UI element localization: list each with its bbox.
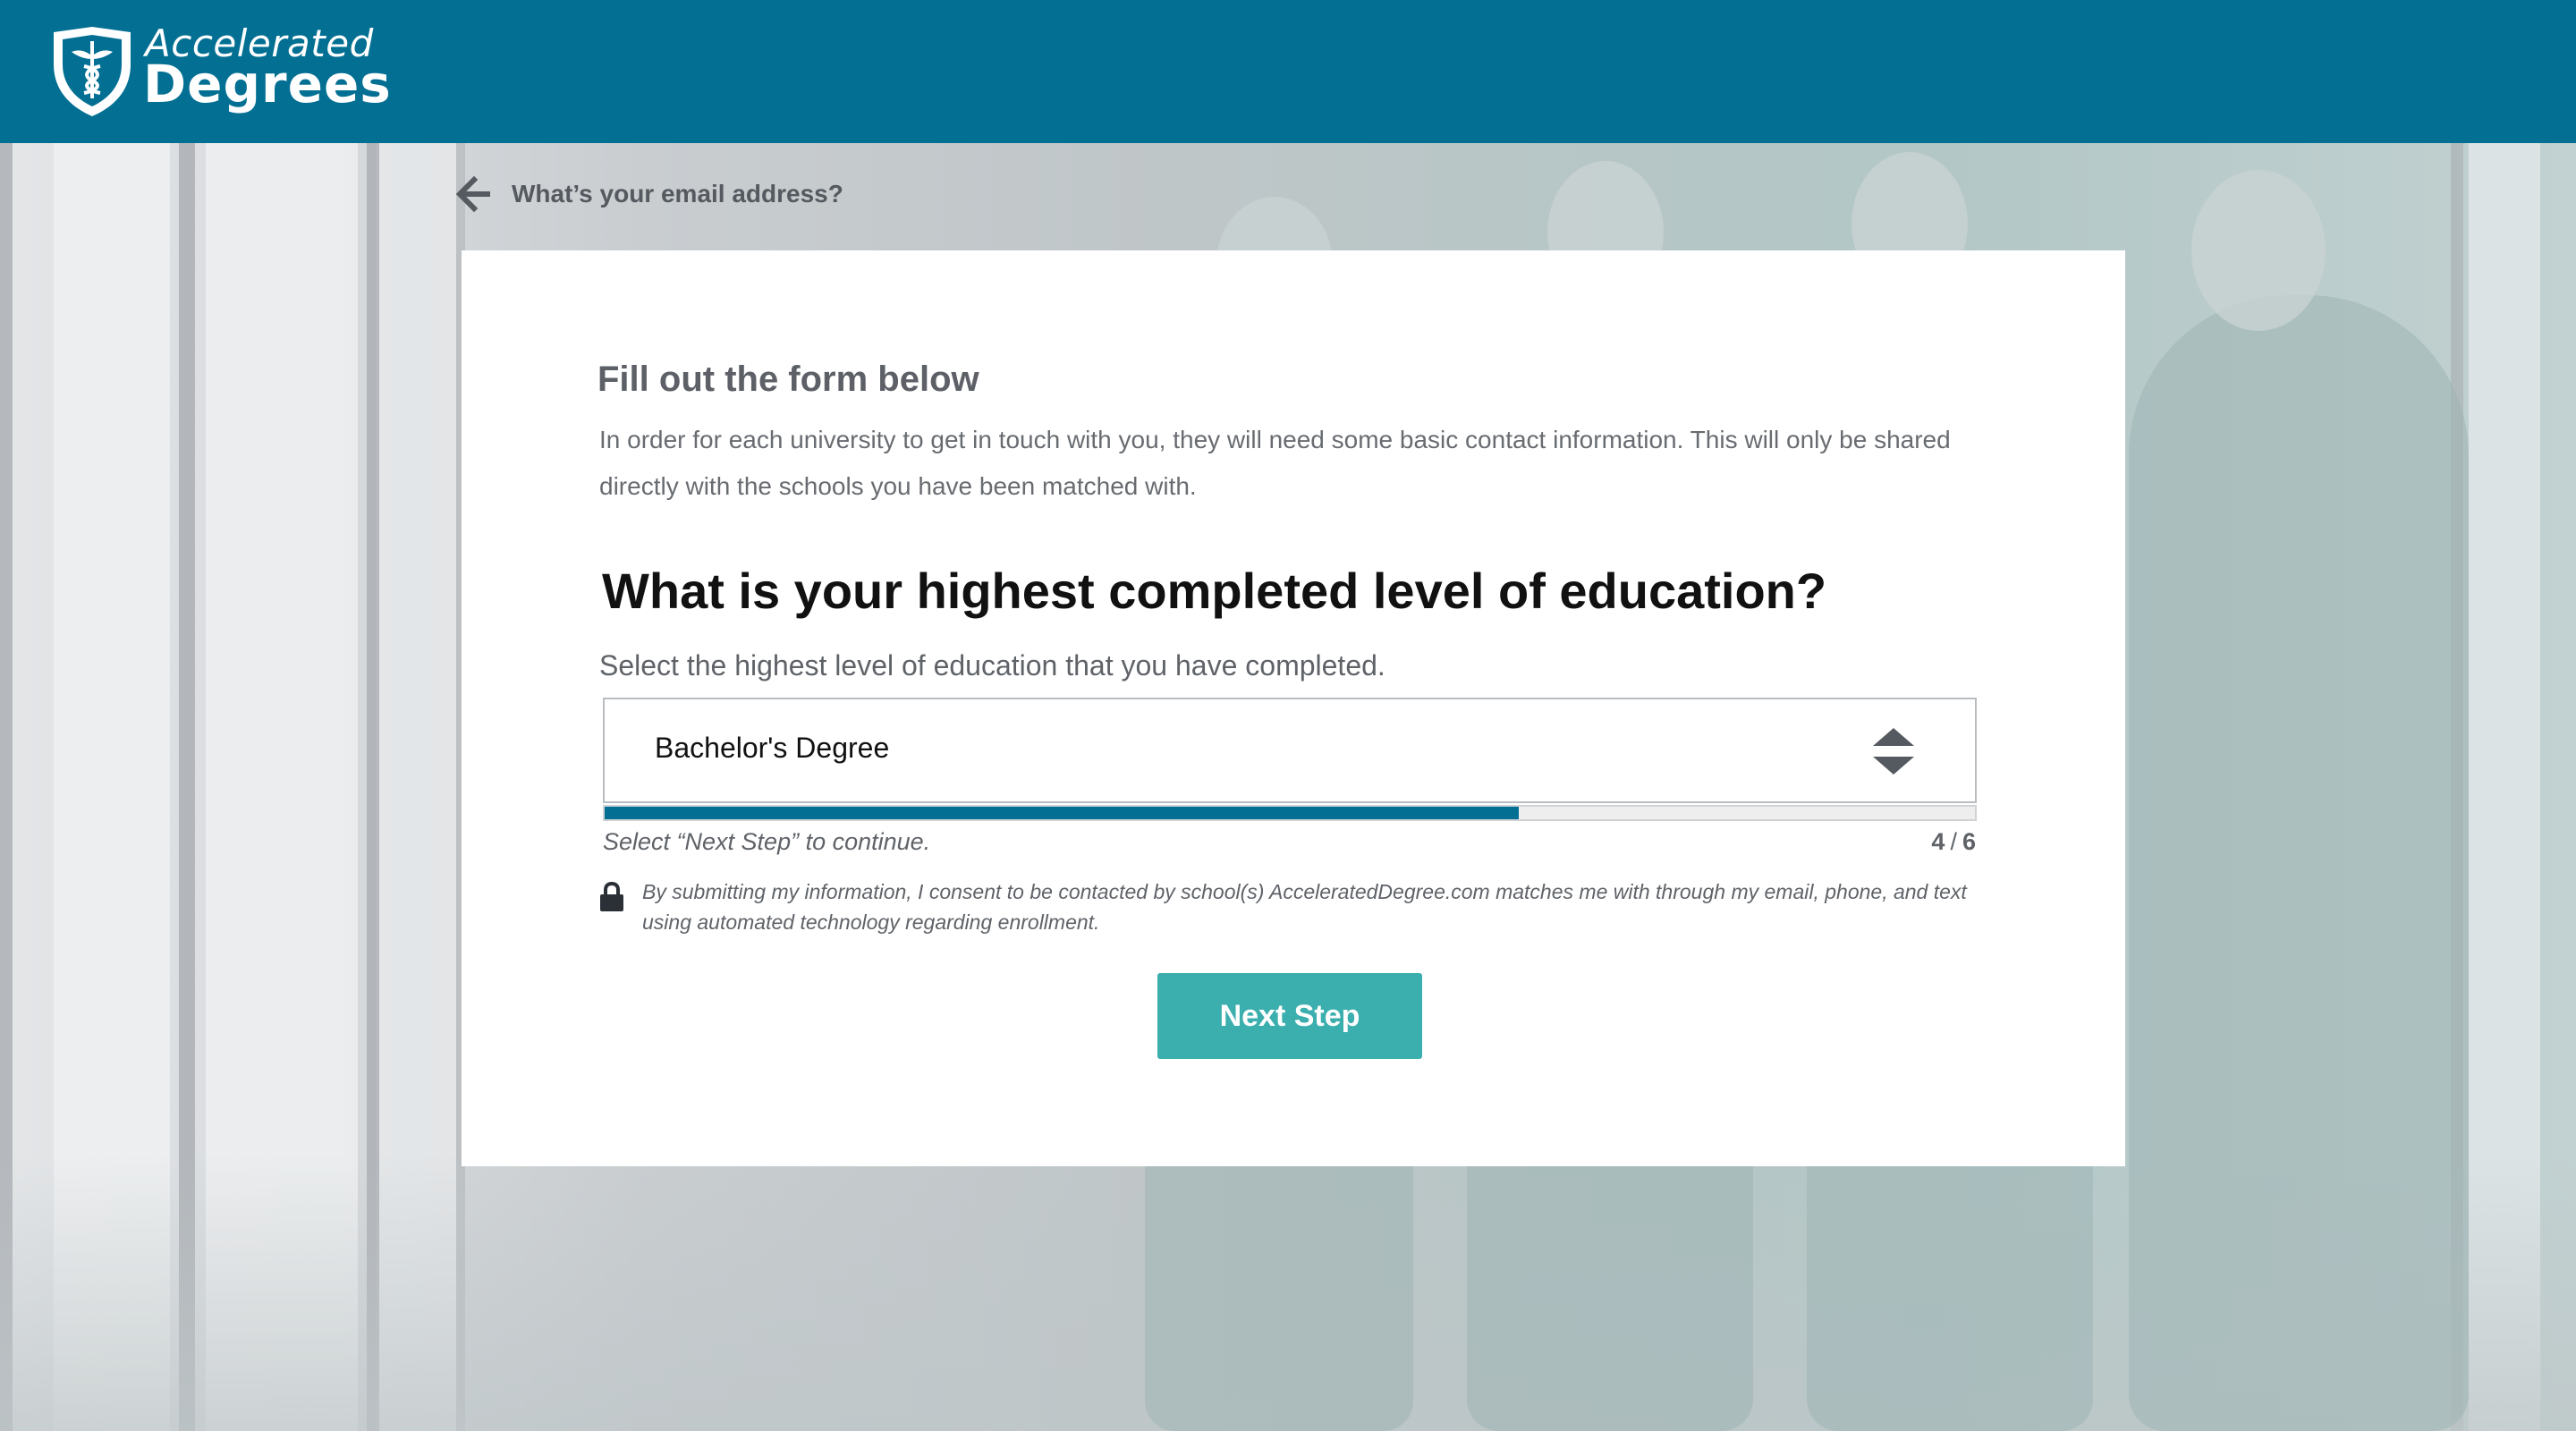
form-title: Fill out the form below	[597, 360, 979, 399]
question-heading: What is your highest completed level of …	[602, 563, 1827, 619]
step-separator: /	[1950, 828, 1957, 855]
next-step-button[interactable]: Next Step	[1157, 973, 1422, 1059]
form-card: Fill out the form below In order for eac…	[462, 250, 2125, 1166]
arrow-left-icon	[455, 175, 490, 213]
logo-text-degrees: Degrees	[143, 54, 392, 114]
site-header: Accelerated Degrees	[0, 0, 2576, 143]
step-current: 4	[1931, 828, 1945, 855]
continue-hint: Select “Next Step” to continue.	[603, 828, 931, 855]
person-silhouette	[2129, 295, 2469, 1431]
back-link[interactable]: What’s your email address?	[454, 175, 843, 213]
step-counter: 4/6	[1931, 828, 1976, 856]
select-value: Bachelor's Degree	[655, 732, 890, 764]
progress-bar-fill	[605, 807, 1519, 819]
form-description: In order for each university to get in t…	[599, 426, 1951, 500]
consent-text: By submitting my information, I consent …	[642, 880, 1967, 934]
lock-icon	[600, 882, 623, 911]
back-link-label: What’s your email address?	[512, 180, 843, 207]
select-arrows-icon	[1873, 728, 1914, 775]
education-level-select[interactable]: Bachelor's Degree	[603, 698, 1977, 803]
question-subtext: Select the highest level of education th…	[599, 649, 1385, 682]
progress-bar	[603, 805, 1977, 821]
caduceus-shield-icon[interactable]	[50, 25, 134, 118]
person-head	[2191, 170, 2326, 331]
step-total: 6	[1962, 828, 1976, 855]
